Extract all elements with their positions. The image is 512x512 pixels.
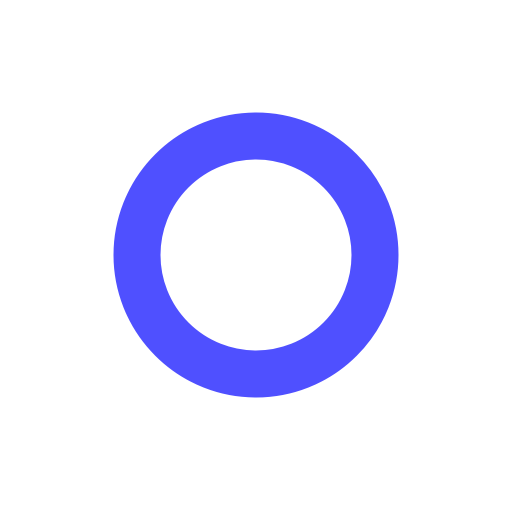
ring-icon — [113, 112, 399, 398]
ring-shape — [113, 112, 399, 398]
canvas — [0, 0, 512, 512]
